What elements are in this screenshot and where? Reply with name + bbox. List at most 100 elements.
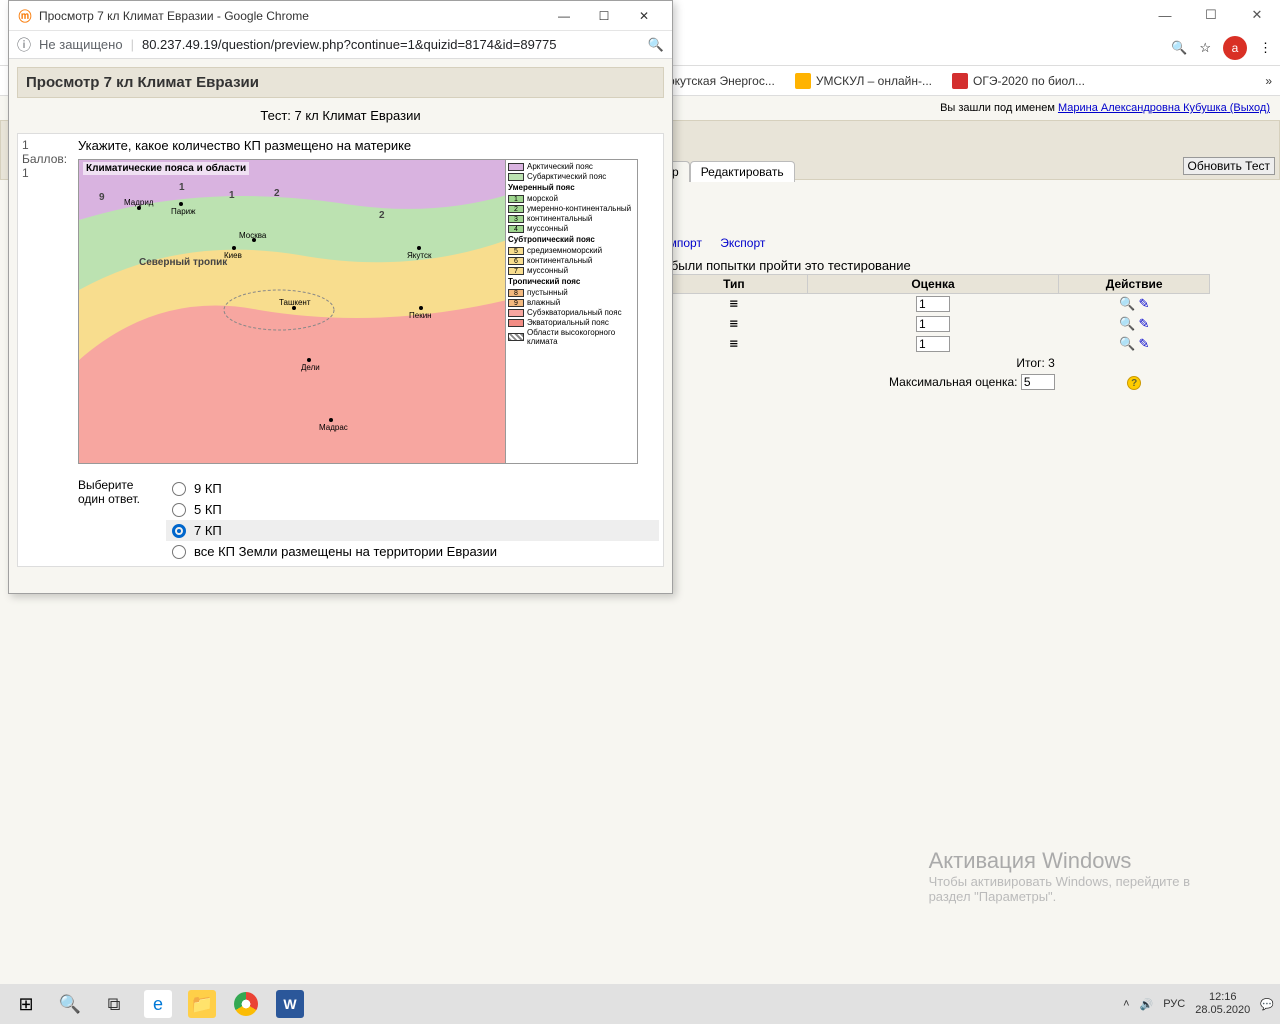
bookmark-umschool[interactable]: УМСКУЛ – онлайн-...: [795, 73, 932, 89]
question-type-icon: ≡: [730, 316, 738, 332]
bookmark-oge[interactable]: ОГЭ-2020 по биол...: [952, 73, 1085, 89]
points-value: 1: [22, 166, 70, 180]
username-link[interactable]: Марина Александровна Кубушка: [1058, 102, 1227, 114]
answer-prompt: Выберите один ответ.: [78, 478, 158, 562]
edit-icon[interactable]: ✎: [1138, 316, 1149, 331]
answer-option-5kp[interactable]: 5 КП: [166, 499, 659, 520]
attempts-text: е были попытки пройти это тестирование: [660, 258, 911, 273]
logout-link[interactable]: (Выход): [1227, 102, 1270, 114]
svg-text:Ташкент: Ташкент: [279, 298, 311, 307]
grades-table: Тип Оценка Действие ≡ 🔍 ✎ ≡ 🔍 ✎ ≡: [660, 274, 1210, 392]
table-row: ≡ 🔍 ✎: [661, 314, 1210, 334]
svg-text:1: 1: [229, 190, 235, 201]
svg-text:1: 1: [179, 182, 185, 193]
svg-text:2: 2: [274, 188, 280, 199]
popup-close[interactable]: ✕: [624, 1, 664, 31]
radio-7kp-selected[interactable]: [172, 524, 186, 538]
svg-text:9: 9: [99, 192, 105, 203]
favicon-icon: [952, 73, 968, 89]
radio-all[interactable]: [172, 545, 186, 559]
zoom-icon[interactable]: 🔍: [1171, 40, 1187, 56]
grade-input[interactable]: [916, 336, 950, 352]
profile-avatar[interactable]: a: [1223, 36, 1247, 60]
bg-minimize[interactable]: —: [1142, 0, 1188, 30]
answer-option-all[interactable]: все КП Земли размещены на территории Евр…: [166, 541, 659, 562]
explorer-app[interactable]: 📁: [182, 984, 222, 1024]
taskbar: ⊞ 🔍 ⧉ e 📁 W ˄ 🔊 РУС 12:16 28.05.2020 💬: [0, 984, 1280, 1024]
favicon-icon: [795, 73, 811, 89]
edge-app[interactable]: e: [138, 984, 178, 1024]
question-text: Укажите, какое количество КП размещено н…: [78, 138, 659, 153]
svg-text:Москва: Москва: [239, 231, 267, 240]
edit-icon[interactable]: ✎: [1138, 336, 1149, 351]
address-bar[interactable]: ⓘ Не защищено | 80.237.49.19/question/pr…: [9, 31, 672, 59]
notifications-icon[interactable]: 💬: [1260, 998, 1274, 1011]
svg-text:Мадрас: Мадрас: [319, 423, 348, 432]
system-tray: ˄ 🔊 РУС 12:16 28.05.2020 💬: [1123, 991, 1274, 1017]
chrome-app[interactable]: [226, 984, 266, 1024]
security-text: Не защищено: [39, 37, 123, 52]
bookmark-energo[interactable]: ркутская Энергос...: [668, 74, 775, 88]
radio-5kp[interactable]: [172, 503, 186, 517]
help-icon[interactable]: ?: [1127, 376, 1141, 390]
table-row: ≡ 🔍 ✎: [661, 294, 1210, 315]
volume-icon[interactable]: 🔊: [1140, 998, 1154, 1011]
bookmarks-more[interactable]: »: [1265, 74, 1272, 88]
page-heading: Просмотр 7 кл Климат Евразии: [17, 67, 664, 98]
radio-9kp[interactable]: [172, 482, 186, 496]
question-type-icon: ≡: [730, 336, 738, 352]
test-name: Тест: 7 кл Климат Евразии: [17, 98, 664, 133]
task-view-button[interactable]: ⧉: [94, 984, 134, 1024]
tray-chevron-icon[interactable]: ˄: [1123, 998, 1129, 1010]
popup-title: Просмотр 7 кл Климат Евразии - Google Ch…: [39, 9, 544, 23]
search-icon[interactable]: 🔍: [648, 37, 664, 53]
grade-input[interactable]: [916, 296, 950, 312]
col-type: Тип: [661, 275, 808, 294]
svg-text:Дели: Дели: [301, 363, 320, 372]
answer-option-9kp[interactable]: 9 КП: [166, 478, 659, 499]
popup-minimize[interactable]: —: [544, 1, 584, 31]
bg-close[interactable]: ✕: [1234, 0, 1280, 30]
climate-map-image: Мадрид Париж Москва Киев Якутск Ташкент …: [78, 159, 638, 464]
map-svg: Мадрид Париж Москва Киев Якутск Ташкент …: [79, 160, 507, 464]
star-icon[interactable]: ☆: [1199, 40, 1211, 56]
search-button[interactable]: 🔍: [50, 984, 90, 1024]
map-legend: Арктический пояс Субарктический пояс Уме…: [505, 160, 637, 463]
preview-popup-window: ⓜ Просмотр 7 кл Климат Евразии - Google …: [8, 0, 673, 594]
language-indicator[interactable]: РУС: [1163, 998, 1185, 1010]
table-row: ≡ 🔍 ✎: [661, 334, 1210, 354]
answer-option-7kp[interactable]: 7 КП: [166, 520, 659, 541]
svg-text:Пекин: Пекин: [409, 311, 432, 320]
import-export-links: Импорт Экспорт: [660, 236, 780, 250]
windows-activation-watermark: Активация Windows Чтобы активировать Win…: [929, 848, 1190, 904]
moodle-favicon-icon: ⓜ: [17, 8, 33, 24]
bg-maximize[interactable]: ☐: [1188, 0, 1234, 30]
clock[interactable]: 12:16 28.05.2020: [1195, 991, 1250, 1017]
menu-icon[interactable]: ⋮: [1259, 40, 1272, 56]
question-type-icon: ≡: [730, 296, 738, 312]
export-link[interactable]: Экспорт: [720, 236, 765, 250]
word-app[interactable]: W: [270, 984, 310, 1024]
preview-icon[interactable]: 🔍: [1119, 316, 1135, 331]
start-button[interactable]: ⊞: [6, 984, 46, 1024]
url-text: 80.237.49.19/question/preview.php?contin…: [142, 37, 557, 52]
svg-text:Мадрид: Мадрид: [124, 198, 154, 207]
svg-text:Северный тропик: Северный тропик: [139, 257, 228, 268]
svg-text:2: 2: [379, 210, 385, 221]
svg-text:Якутск: Якутск: [407, 251, 432, 260]
points-label: Баллов:: [22, 152, 70, 166]
svg-text:Париж: Париж: [171, 207, 196, 216]
col-action: Действие: [1059, 275, 1210, 294]
col-grade: Оценка: [807, 275, 1059, 294]
max-grade-input[interactable]: [1021, 374, 1055, 390]
preview-icon[interactable]: 🔍: [1119, 336, 1135, 351]
tab-edit[interactable]: Редактировать: [690, 161, 795, 182]
popup-maximize[interactable]: ☐: [584, 1, 624, 31]
edit-icon[interactable]: ✎: [1138, 296, 1149, 311]
info-icon[interactable]: ⓘ: [17, 35, 31, 55]
grade-input[interactable]: [916, 316, 950, 332]
update-test-button[interactable]: Обновить Тест: [1183, 157, 1276, 175]
question-box: 1 Баллов: 1 Укажите, какое количество КП…: [17, 133, 664, 567]
question-number: 1: [22, 138, 70, 152]
preview-icon[interactable]: 🔍: [1119, 296, 1135, 311]
